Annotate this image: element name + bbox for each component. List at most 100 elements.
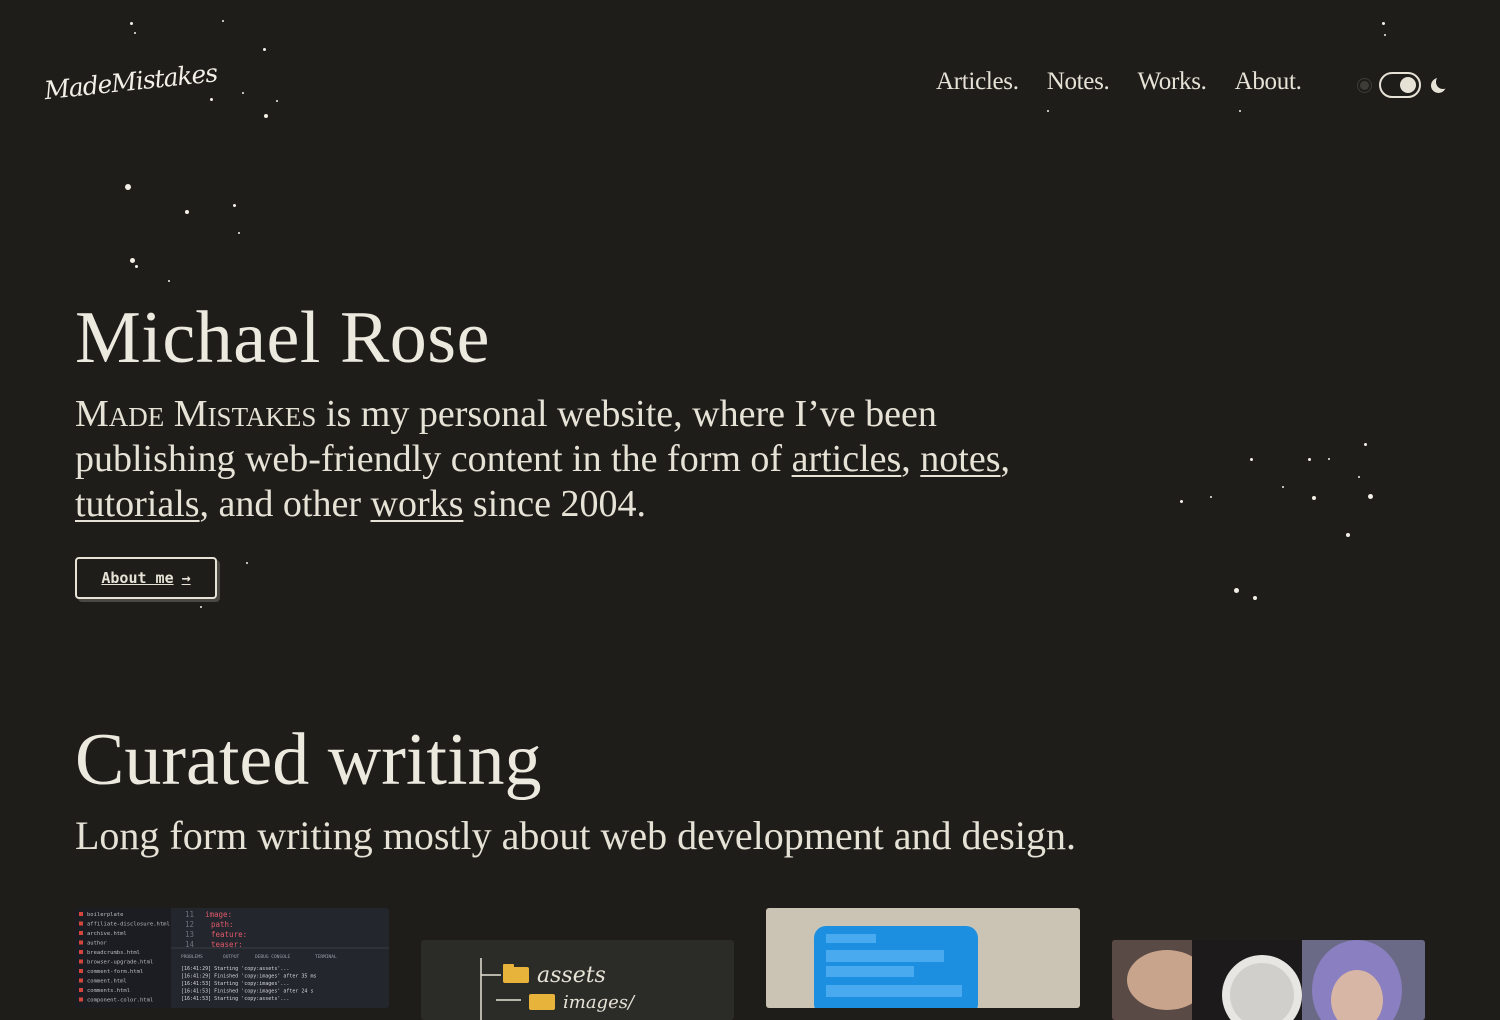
- ink-speck: [1047, 110, 1049, 112]
- terminal-line: [16:41:53] Finished 'copy:images' after …: [181, 989, 313, 995]
- code-line: path:: [211, 920, 234, 929]
- moon-icon: [1431, 74, 1450, 93]
- ink-speck: [264, 114, 268, 118]
- ink-speck: [242, 92, 244, 94]
- nav-about[interactable]: About.: [1235, 68, 1302, 96]
- ink-speck: [200, 606, 202, 608]
- file-name: component-color.html: [87, 998, 153, 1004]
- comments-thumbnail: [814, 926, 978, 1008]
- article-card-portrait[interactable]: [1112, 940, 1425, 1020]
- site-name: Made Mistakes: [75, 393, 317, 435]
- theme-toggle[interactable]: [1379, 72, 1421, 98]
- ink-speck: [1364, 443, 1367, 446]
- intro-sep: ,: [901, 438, 921, 480]
- main-nav: Articles. Notes. Works. About.: [936, 68, 1302, 96]
- panel-tab: OUTPUT: [223, 954, 240, 960]
- intro-sep: ,: [1000, 438, 1011, 480]
- panel-tab: TERMINAL: [315, 954, 337, 960]
- ink-speck: [1368, 494, 1373, 499]
- sun-icon: [1360, 80, 1369, 90]
- nav-notes[interactable]: Notes.: [1047, 68, 1110, 96]
- ink-speck: [1384, 34, 1386, 36]
- link-tutorials[interactable]: tutorials: [75, 483, 200, 525]
- code-editor-thumbnail: boilerplate affiliate-disclosure.html arch…: [75, 908, 389, 1008]
- file-name: affiliate-disclosure.html: [87, 922, 170, 928]
- theme-switcher: [1360, 72, 1450, 98]
- site-logo[interactable]: MadeMistakes: [43, 58, 219, 110]
- ink-speck: [130, 258, 135, 263]
- ink-speck: [1239, 110, 1241, 112]
- ink-speck: [1382, 22, 1385, 25]
- arrow-right-icon: →: [181, 569, 191, 587]
- ink-speck: [130, 22, 133, 25]
- code-line: image:: [205, 910, 232, 919]
- file-name: comment-form.html: [87, 969, 143, 975]
- link-works[interactable]: works: [371, 483, 464, 525]
- link-notes[interactable]: notes: [920, 438, 1000, 480]
- ink-speck: [1234, 588, 1239, 593]
- terminal-line: [16:41:53] Starting 'copy:images'...: [181, 981, 289, 987]
- file-name: author: [87, 941, 108, 947]
- ink-speck: [1312, 496, 1316, 500]
- ink-speck: [185, 210, 189, 214]
- article-card-comments[interactable]: [766, 908, 1080, 1008]
- link-articles[interactable]: articles: [792, 438, 902, 480]
- ink-speck: [134, 32, 136, 34]
- ink-speck: [276, 100, 278, 102]
- line-number: 13: [185, 930, 194, 939]
- file-name: browser-upgrade.html: [87, 960, 153, 966]
- line-number: 12: [185, 920, 194, 929]
- nav-works[interactable]: Works.: [1137, 68, 1206, 96]
- ink-speck: [1180, 500, 1183, 503]
- file-icon: [79, 912, 83, 916]
- ink-speck: [1346, 533, 1350, 537]
- ink-speck: [238, 232, 240, 234]
- file-name: comments.html: [87, 988, 130, 994]
- ink-speck: [222, 20, 224, 22]
- curated-writing-subtitle: Long form writing mostly about web devel…: [75, 813, 1076, 858]
- ink-speck: [1328, 458, 1330, 460]
- about-me-label: About me: [101, 569, 174, 587]
- article-card-code-editor[interactable]: boilerplate affiliate-disclosure.html arch…: [75, 908, 389, 1008]
- ink-speck: [135, 265, 138, 268]
- line-number: 11: [185, 910, 194, 919]
- ink-speck: [1253, 596, 1257, 600]
- file-icon: [79, 950, 83, 954]
- logo-wordmark: MadeMistakes: [42, 58, 219, 106]
- nav-articles[interactable]: Articles.: [936, 68, 1019, 96]
- file-icon: [79, 940, 83, 945]
- file-icon: [79, 931, 83, 935]
- file-icon: [79, 988, 83, 992]
- ink-speck: [1250, 458, 1253, 461]
- folder-images: images/: [563, 992, 636, 1013]
- terminal-line: [16:41:53] Starting 'copy:assets'...: [181, 996, 289, 1002]
- folder-tree-thumbnail: assets images/: [480, 958, 636, 1020]
- panel-tab: DEBUG CONSOLE: [255, 954, 291, 960]
- hero-title: Michael Rose: [75, 297, 490, 379]
- ink-speck: [168, 280, 170, 282]
- terminal-line: [16:41:29] Finished 'copy:images' after …: [181, 974, 316, 980]
- ink-speck: [1358, 476, 1360, 478]
- ink-speck: [1308, 458, 1311, 461]
- file-name: archive.html: [87, 931, 127, 937]
- folder-assets: assets: [537, 963, 606, 988]
- ink-speck: [246, 562, 248, 564]
- article-card-folder-tree[interactable]: assets images/: [421, 940, 734, 1020]
- code-line: feature:: [211, 930, 247, 939]
- intro-text: , and other: [199, 483, 371, 525]
- file-name: comment.html: [87, 979, 127, 985]
- file-icon: [79, 959, 83, 964]
- toggle-knob: [1400, 77, 1416, 93]
- ink-speck: [233, 204, 236, 207]
- portrait-thumbnail: [1112, 940, 1425, 1020]
- intro-text: since 2004.: [463, 483, 646, 525]
- hero-intro: Made Mistakes is my personal website, wh…: [75, 392, 1065, 527]
- ink-speck: [263, 48, 266, 51]
- file-name: boilerplate: [87, 912, 123, 918]
- ink-speck: [1282, 486, 1284, 488]
- ink-speck: [1210, 496, 1212, 498]
- panel-tab: PROBLEMS: [181, 954, 203, 960]
- terminal-line: [16:41:29] Starting 'copy:assets'...: [181, 966, 289, 972]
- about-me-button[interactable]: About me →: [75, 557, 217, 599]
- file-icon: [79, 921, 83, 926]
